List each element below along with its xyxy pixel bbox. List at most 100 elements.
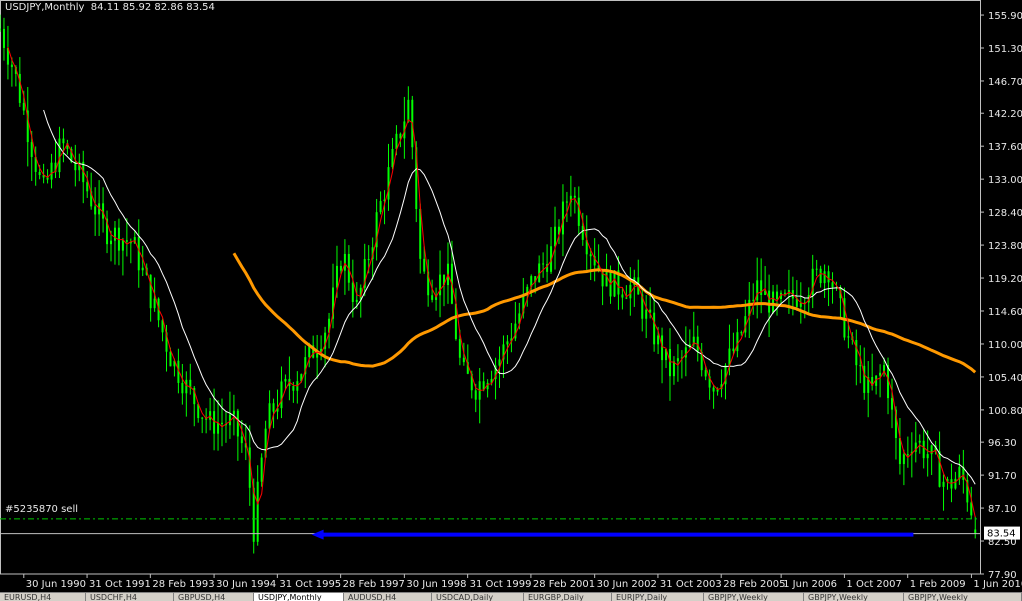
candle-body: [141, 267, 144, 271]
y-tick-label: 137.60: [988, 142, 1022, 153]
candle-body: [185, 379, 188, 394]
candle-body: [906, 454, 909, 456]
y-tick-label: 114.60: [988, 307, 1022, 318]
x-tick-label: 30 Jun 1994: [216, 579, 276, 590]
candle-body: [316, 353, 319, 358]
x-tick-label: 1 Feb 2009: [910, 579, 966, 590]
candle-body: [280, 381, 283, 409]
y-tick-label: 119.20: [988, 274, 1022, 285]
candle-body: [823, 271, 826, 284]
candle-body: [661, 335, 664, 361]
candle-body: [58, 138, 61, 173]
x-tick-label: 30 Jun 1990: [26, 579, 86, 590]
candle-body: [272, 403, 275, 412]
candle-body: [236, 410, 239, 437]
candle-body: [153, 298, 156, 309]
candle-body: [565, 201, 568, 203]
candle-body: [954, 478, 957, 489]
y-tick-label: 96.30: [988, 438, 1017, 449]
candle-body: [62, 138, 65, 144]
x-tick-label: 28 Feb 1997: [343, 579, 405, 590]
y-tick-label: 146.70: [988, 77, 1022, 88]
y-tick-label: 128.40: [988, 208, 1022, 219]
candle-body: [284, 378, 287, 382]
y-tick-label: 155.90: [988, 11, 1022, 22]
candle-body: [217, 422, 220, 434]
x-tick-label: 28 Feb 2001: [533, 579, 595, 590]
candle-body: [268, 403, 271, 429]
candle-body: [740, 332, 743, 334]
current-price-label: 83.54: [987, 529, 1016, 540]
y-tick-label: 133.00: [988, 175, 1022, 186]
candle-body: [645, 309, 648, 319]
candle-body: [950, 479, 953, 489]
candle-body: [240, 436, 243, 444]
candle-body: [50, 162, 53, 180]
candle-body: [121, 240, 124, 251]
candle-body: [625, 297, 628, 299]
candle-body: [391, 149, 394, 168]
candle-body: [201, 417, 204, 419]
candle-body: [2, 28, 5, 48]
candle-body: [605, 270, 608, 287]
candle-body: [847, 336, 850, 338]
x-tick-label: 1 Jun 2010: [973, 579, 1022, 590]
candle-body: [859, 365, 862, 367]
price-chart[interactable]: 155.90 151.30 146.70 142.20 137.60 133.00 128.…: [0, 0, 1022, 592]
candle-body: [431, 295, 434, 300]
candle-body: [657, 335, 660, 345]
chart-title: USDJPY,Monthly 84.11 85.92 82.86 83.54: [5, 2, 215, 13]
x-tick-label: 30 Jun 2002: [597, 579, 657, 590]
candle-body: [113, 227, 116, 241]
candle-body: [30, 142, 33, 157]
x-tick-label: 30 Jun 1998: [406, 579, 466, 590]
candle-body: [577, 197, 580, 226]
candle-body: [292, 385, 295, 391]
candle-body: [137, 237, 140, 271]
candle-body: [169, 351, 172, 367]
candle-body: [831, 282, 834, 288]
candle-body: [827, 271, 830, 283]
candle-body: [407, 99, 410, 122]
candle-body: [974, 529, 977, 534]
candle-body: [815, 268, 818, 270]
candle-body: [367, 259, 370, 261]
candle-body: [232, 410, 235, 415]
y-tick-label: 100.80: [988, 406, 1022, 417]
candle-body: [209, 411, 212, 420]
candle-body: [506, 341, 509, 345]
candle-body: [221, 422, 224, 424]
candle-body: [684, 347, 687, 358]
candle-body: [668, 348, 671, 377]
candle-body: [613, 270, 616, 297]
x-tick-label: 28 Feb 2005: [723, 579, 785, 590]
candle-body: [542, 263, 545, 265]
y-tick-label: 105.40: [988, 373, 1022, 384]
candle-body: [351, 282, 354, 302]
candle-body: [379, 201, 382, 213]
candle-body: [890, 398, 893, 410]
x-tick-label: 28 Feb 1993: [152, 579, 214, 590]
x-tick-label: 1 Oct 2007: [846, 579, 901, 590]
candle-body: [653, 312, 656, 345]
y-tick-label: 110.00: [988, 340, 1022, 351]
candle-body: [10, 64, 13, 68]
candle-body: [756, 280, 759, 301]
x-tick-label: 31 Oct 2003: [660, 579, 722, 590]
candle-body: [86, 182, 89, 192]
y-tick-label: 87.10: [988, 504, 1017, 515]
candle-body: [772, 291, 775, 313]
candle-body: [942, 481, 945, 487]
candle-body: [621, 294, 624, 298]
candle-body: [125, 240, 128, 242]
x-tick-label: 31 Oct 1995: [279, 579, 341, 590]
candle-body: [213, 411, 216, 434]
candle-body: [672, 361, 675, 377]
y-tick-label: 142.20: [988, 109, 1022, 120]
candle-body: [918, 440, 921, 443]
candle-body: [256, 481, 259, 542]
candle-body: [260, 457, 263, 482]
x-tick-label: 1 Jun 2006: [783, 579, 837, 590]
order-line-label: #5235870 sell: [5, 504, 79, 515]
candle-body: [736, 332, 739, 352]
